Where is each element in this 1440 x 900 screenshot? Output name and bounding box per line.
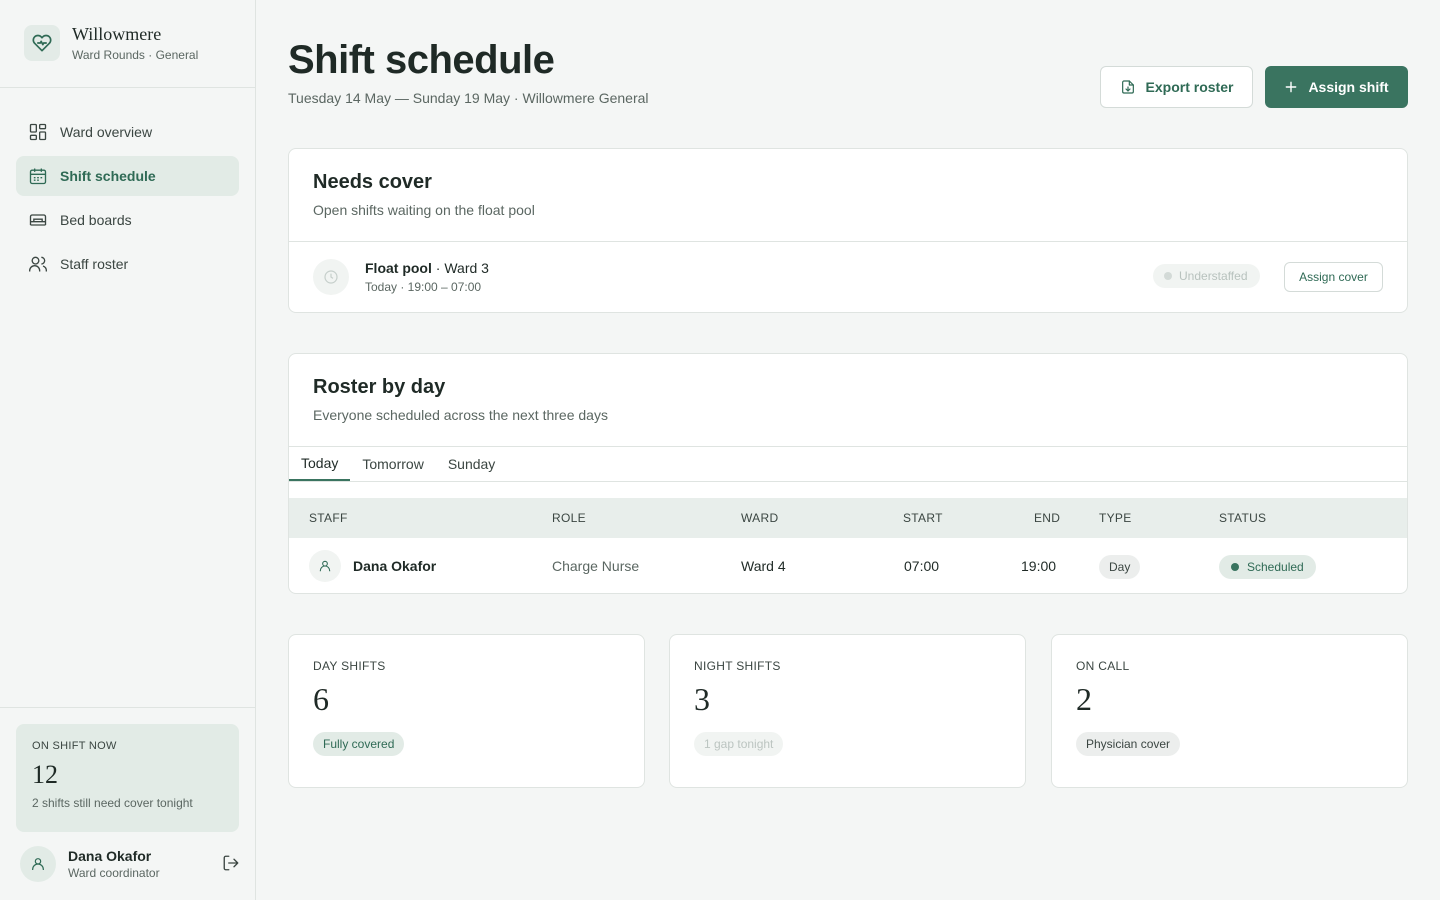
needs-cover-subtitle: Open shifts waiting on the float pool bbox=[313, 202, 535, 218]
assign-shift-button[interactable]: Assign shift bbox=[1265, 66, 1408, 108]
on-shift-label: ON SHIFT NOW bbox=[32, 740, 117, 752]
user-role: Ward coordinator bbox=[68, 866, 160, 880]
stat-value: 2 bbox=[1076, 681, 1092, 717]
file-download-icon bbox=[1120, 79, 1136, 95]
column-header-ward: WARD bbox=[741, 511, 779, 525]
column-header-role: ROLE bbox=[552, 511, 586, 525]
sidebar-item-label: Bed boards bbox=[60, 212, 132, 228]
table-header: STAFF ROLE WARD START END TYPE STATUS bbox=[289, 498, 1407, 538]
clock-icon bbox=[313, 259, 349, 295]
page-subtitle: Tuesday 14 May — Sunday 19 May · Willowm… bbox=[288, 90, 649, 106]
heart-pulse-icon bbox=[24, 25, 60, 61]
sidebar: Willowmere Ward Rounds · General Ward ov… bbox=[0, 0, 256, 900]
shift-end: 19:00 bbox=[1021, 558, 1057, 574]
column-header-staff: STAFF bbox=[309, 511, 348, 525]
open-shift-pool: Float pool bbox=[365, 260, 432, 276]
sidebar-item-label: Shift schedule bbox=[60, 168, 156, 184]
column-header-end: END bbox=[1034, 511, 1061, 525]
open-shift-time: Today · 19:00 – 07:00 bbox=[365, 280, 482, 294]
on-call-card: ON CALL 2 Physician cover bbox=[1051, 634, 1408, 788]
on-shift-card: ON SHIFT NOW 12 2 shifts still need cove… bbox=[16, 724, 239, 832]
avatar[interactable] bbox=[20, 846, 56, 882]
tab-today[interactable]: Today bbox=[289, 447, 351, 481]
sidebar-item-staff-roster[interactable]: Staff roster bbox=[16, 244, 239, 284]
roster-subtitle: Everyone scheduled across the next three… bbox=[313, 407, 608, 423]
page-title: Shift schedule bbox=[288, 38, 555, 82]
open-shift-item: Float pool · Ward 3 Today · 19:00 – 07:0… bbox=[289, 242, 1407, 312]
table-row[interactable]: Dana Okafor Charge Nurse Ward 4 07:00 19… bbox=[289, 538, 1407, 593]
export-roster-label: Export roster bbox=[1145, 79, 1234, 95]
sidebar-item-shift-schedule[interactable]: Shift schedule bbox=[16, 156, 239, 196]
avatar bbox=[309, 550, 341, 582]
sidebar-divider bbox=[0, 707, 255, 708]
staff-ward: Ward 4 bbox=[741, 558, 786, 574]
roster-title: Roster by day bbox=[313, 376, 446, 398]
sidebar-item-label: Ward overview bbox=[60, 124, 153, 140]
status-badge: Scheduled bbox=[1219, 555, 1316, 579]
sidebar-nav: Ward overview Shift schedule Bed boards … bbox=[16, 112, 239, 288]
tab-sunday[interactable]: Sunday bbox=[436, 447, 507, 481]
column-header-start: START bbox=[903, 511, 943, 525]
calendar-icon bbox=[28, 166, 48, 186]
staff-name: Dana Okafor bbox=[353, 558, 437, 574]
status-badge: 1 gap tonight bbox=[694, 732, 784, 756]
grid-icon bbox=[28, 122, 48, 142]
tab-tomorrow[interactable]: Tomorrow bbox=[350, 447, 435, 481]
bed-icon bbox=[28, 210, 48, 230]
users-icon bbox=[28, 254, 48, 274]
status-badge: Physician cover bbox=[1076, 732, 1181, 756]
staff-role: Charge Nurse bbox=[552, 558, 640, 574]
logout-icon[interactable] bbox=[222, 854, 240, 877]
sidebar-item-ward-overview[interactable]: Ward overview bbox=[16, 112, 239, 152]
on-shift-value: 12 bbox=[32, 760, 58, 789]
assign-shift-label: Assign shift bbox=[1308, 79, 1389, 95]
assign-cover-button[interactable]: Assign cover bbox=[1284, 262, 1383, 292]
roster-table: STAFF ROLE WARD START END TYPE STATUS Da… bbox=[289, 498, 1407, 593]
stat-label: ON CALL bbox=[1076, 659, 1130, 673]
export-roster-button[interactable]: Export roster bbox=[1100, 66, 1253, 108]
user-name: Dana Okafor bbox=[68, 848, 152, 864]
day-tabs: Today Tomorrow Sunday bbox=[289, 447, 1407, 482]
sidebar-item-label: Staff roster bbox=[60, 256, 129, 272]
shift-type-badge: Day bbox=[1099, 555, 1141, 579]
sidebar-item-bed-boards[interactable]: Bed boards bbox=[16, 200, 239, 240]
brand[interactable]: Willowmere Ward Rounds · General bbox=[24, 24, 198, 62]
roster-card: Roster by day Everyone scheduled across … bbox=[288, 353, 1408, 594]
brand-name: Willowmere bbox=[72, 24, 162, 44]
open-shift-ward: · Ward 3 bbox=[435, 260, 489, 276]
night-shifts-card: NIGHT SHIFTS 3 1 gap tonight bbox=[669, 634, 1026, 788]
stat-value: 6 bbox=[313, 681, 329, 717]
stat-value: 3 bbox=[694, 681, 710, 717]
column-header-type: TYPE bbox=[1099, 511, 1132, 525]
stat-label: NIGHT SHIFTS bbox=[694, 659, 781, 673]
shift-start: 07:00 bbox=[904, 558, 940, 574]
day-shifts-card: DAY SHIFTS 6 Fully covered bbox=[288, 634, 645, 788]
status-badge: Fully covered bbox=[313, 732, 405, 756]
needs-cover-title: Needs cover bbox=[313, 171, 432, 193]
column-header-status: STATUS bbox=[1219, 511, 1267, 525]
user-profile: Dana Okafor Ward coordinator bbox=[20, 846, 240, 882]
brand-subtitle: Ward Rounds · General bbox=[72, 48, 199, 62]
plus-icon bbox=[1284, 80, 1298, 94]
status-badge: Understaffed bbox=[1153, 264, 1260, 288]
needs-cover-card: Needs cover Open shifts waiting on the f… bbox=[288, 148, 1408, 313]
on-shift-note: 2 shifts still need cover tonight bbox=[32, 796, 193, 810]
stat-label: DAY SHIFTS bbox=[313, 659, 386, 673]
sidebar-divider bbox=[0, 87, 255, 88]
